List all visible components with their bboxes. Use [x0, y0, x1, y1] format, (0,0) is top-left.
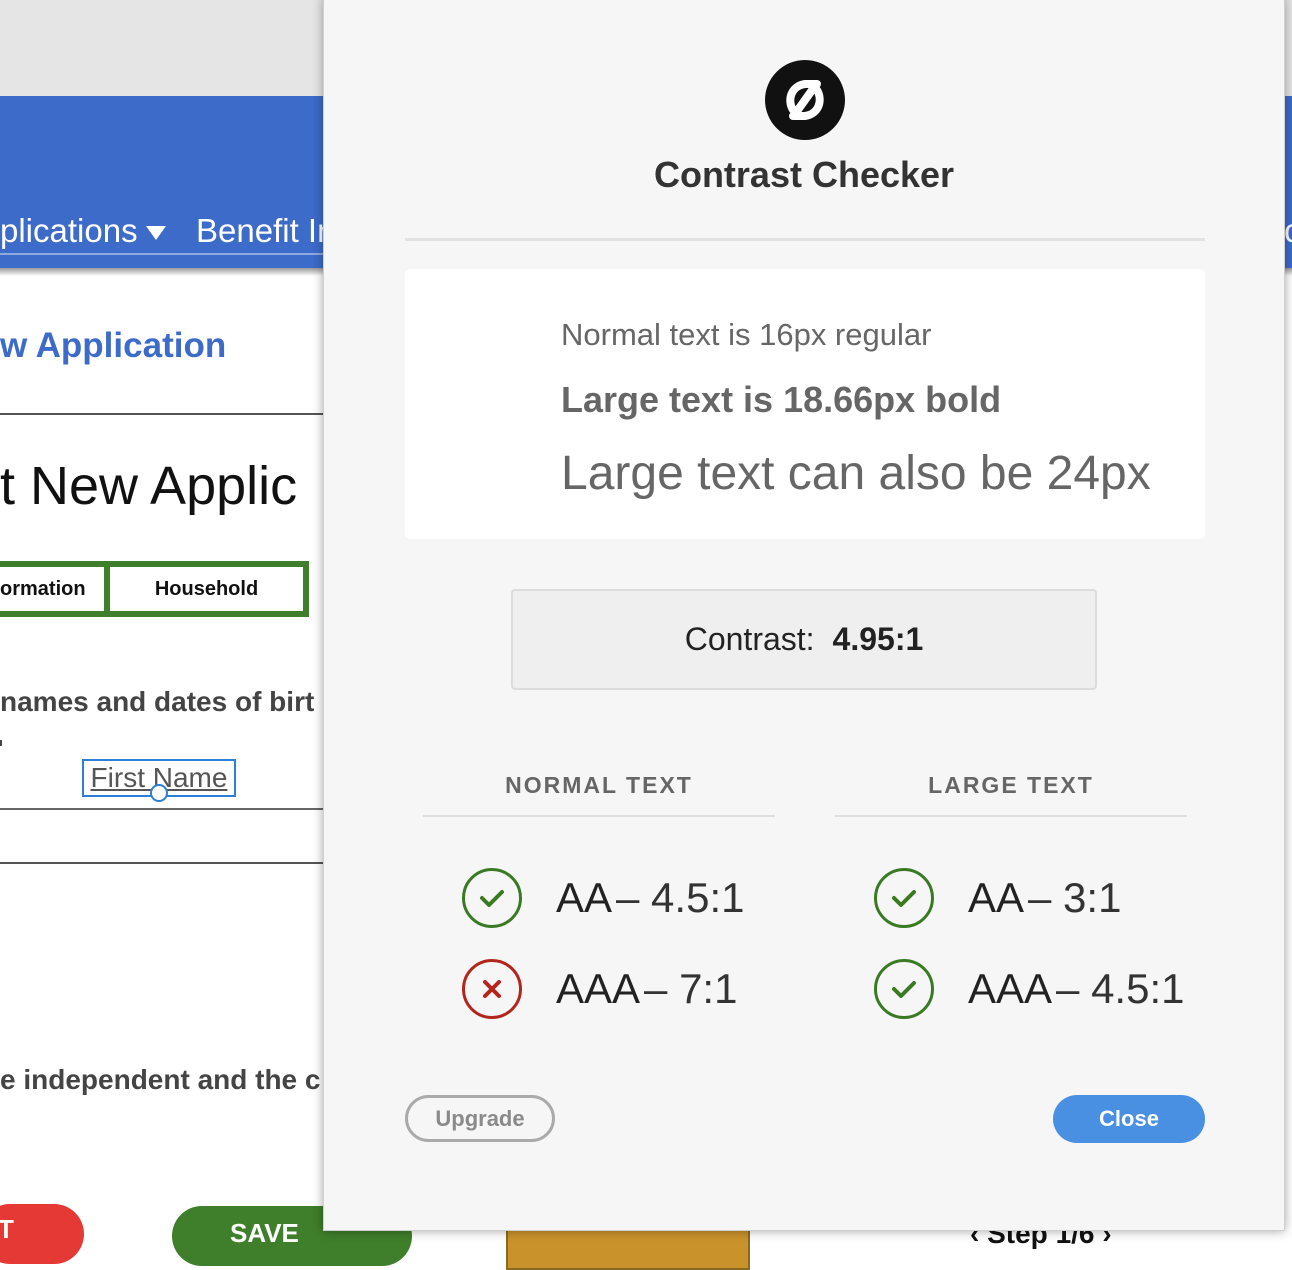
- contrast-value: 4.95:1: [832, 621, 924, 657]
- result-ratio: – 4.5:1: [1056, 965, 1185, 1012]
- input-underline: [0, 808, 330, 810]
- large-header-rule: [835, 815, 1187, 817]
- check-icon: [462, 868, 522, 928]
- upgrade-button[interactable]: Upgrade: [405, 1095, 555, 1142]
- independent-text: e independent and the c: [0, 1064, 321, 1095]
- nav-right-partial[interactable]: c: [1284, 212, 1292, 250]
- result-ratio: – 3:1: [1028, 874, 1122, 921]
- result-large-aa: AA – 3:1: [874, 868, 1121, 928]
- sample-large-text: Large text can also be 24px: [561, 447, 1151, 500]
- cross-icon: [462, 959, 522, 1019]
- page-heading: t New Applic: [0, 456, 298, 516]
- result-level: AAA: [556, 965, 641, 1012]
- text-mark: [0, 740, 2, 746]
- title-divider: [405, 238, 1205, 241]
- tab-household-label: Household: [154, 577, 259, 600]
- input-underline-2: [0, 862, 330, 864]
- result-level: AA: [968, 874, 1025, 921]
- divider: [0, 413, 330, 415]
- nav-applications-label: plications: [0, 212, 138, 249]
- tab-information[interactable]: ormation: [0, 561, 110, 617]
- contrast-checker-dialog: Contrast Checker Normal text is 16px reg…: [323, 0, 1285, 1231]
- save-label: SAVE: [230, 1218, 299, 1248]
- nav-underline: [0, 253, 330, 255]
- selection-handle[interactable]: [150, 784, 168, 802]
- result-normal-aaa: AAA – 7:1: [462, 959, 737, 1019]
- normal-header-rule: [423, 815, 775, 817]
- sample-text-card: Normal text is 16px regular Large text i…: [405, 269, 1205, 539]
- result-ratio: – 7:1: [644, 965, 738, 1012]
- tab-household[interactable]: Household: [104, 561, 309, 617]
- tab-information-label: ormation: [0, 577, 86, 600]
- contrast-logo-icon: [765, 60, 845, 140]
- result-large-aaa: AAA – 4.5:1: [874, 959, 1185, 1019]
- result-level: AAA: [968, 965, 1053, 1012]
- step-tabs: ormation Household: [0, 561, 309, 617]
- sample-normal-text: Normal text is 16px regular: [561, 317, 932, 352]
- result-ratio: – 4.5:1: [616, 874, 745, 921]
- dialog-title: Contrast Checker: [653, 154, 955, 195]
- sample-bold-text: Large text is 18.66px bold: [561, 379, 1002, 420]
- close-button[interactable]: Close: [1053, 1095, 1205, 1143]
- normal-text-header: NORMAL TEXT: [505, 772, 693, 798]
- new-application-link[interactable]: w Application: [0, 326, 226, 366]
- red-button[interactable]: T: [0, 1204, 84, 1264]
- result-normal-aa: AA – 4.5:1: [462, 868, 744, 928]
- contrast-ratio-box: Contrast: 4.95:1: [511, 589, 1097, 690]
- nav-benefit[interactable]: Benefit In: [196, 212, 335, 250]
- large-text-header: LARGE TEXT: [928, 772, 1094, 798]
- check-icon: [874, 959, 934, 1019]
- check-icon: [874, 868, 934, 928]
- instructions-text: names and dates of birt: [0, 686, 315, 717]
- caret-down-icon: [145, 226, 166, 241]
- contrast-label: Contrast:: [684, 621, 815, 657]
- help-button[interactable]: [506, 1226, 750, 1270]
- result-level: AA: [556, 874, 613, 921]
- nav-applications[interactable]: plications: [0, 212, 166, 250]
